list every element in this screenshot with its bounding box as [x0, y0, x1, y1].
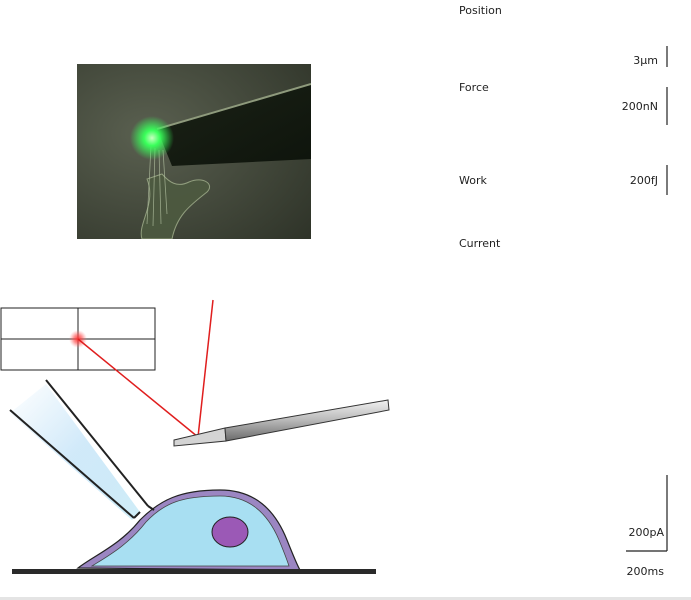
force-scale-label: 200nN [621, 100, 658, 113]
pipette-solution [10, 384, 140, 520]
work-scale-label: 200fJ [629, 174, 658, 187]
force-label: Force [459, 81, 489, 94]
position-label: Position [459, 4, 502, 17]
work-label: Work [459, 174, 487, 187]
time-scale-label: 200ms [626, 565, 664, 578]
current-label: Current [459, 237, 501, 250]
schematic-diagram [0, 46, 668, 574]
current-scale-label: 200pA [628, 526, 664, 539]
nucleus [211, 516, 249, 548]
cantilever-probe [173, 399, 390, 447]
cell [76, 489, 302, 571]
position-scale-label: 3µm [633, 54, 658, 67]
incident-laser-beam [197, 299, 214, 438]
substrate [12, 569, 376, 574]
